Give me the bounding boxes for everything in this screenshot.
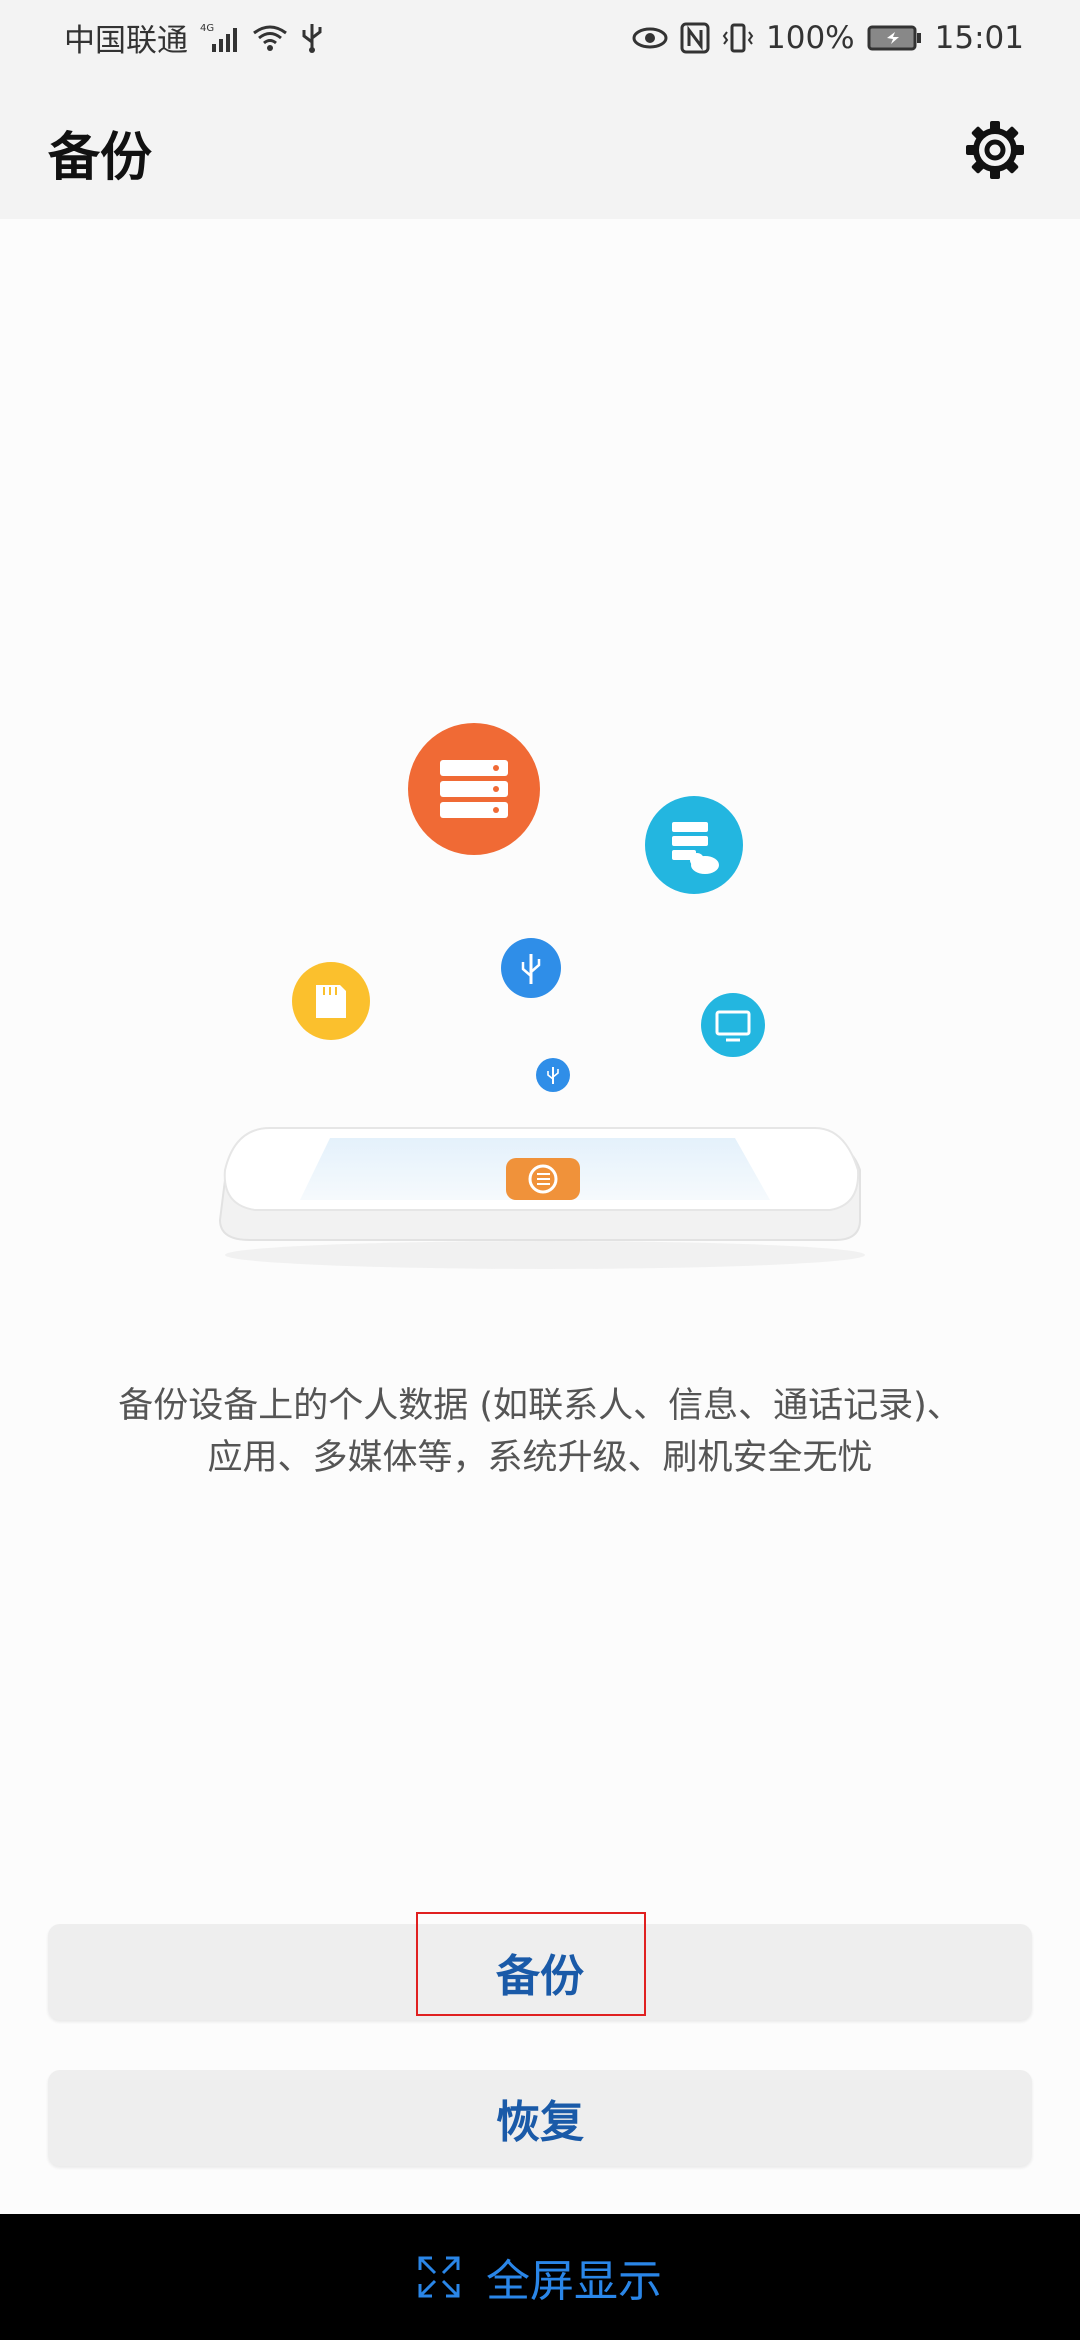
- backup-description: 备份设备上的个人数据 (如联系人、信息、通话记录)、 应用、多媒体等，系统升级、…: [60, 1380, 1020, 1484]
- page-title: 备份: [48, 128, 153, 188]
- settings-button[interactable]: [962, 117, 1028, 183]
- network-type: 4G: [200, 23, 214, 34]
- vibrate-icon: [722, 22, 754, 54]
- fullscreen-label[interactable]: 全屏显示: [486, 2245, 662, 2309]
- status-bar: 中国联通 4G 100% 15:01: [0, 0, 1080, 75]
- sd-card-icon: [292, 962, 370, 1040]
- restore-button[interactable]: 恢复: [48, 2070, 1032, 2166]
- description-line-2: 应用、多媒体等，系统升级、刷机安全无忧: [207, 1438, 873, 1478]
- status-left: 中国联通 4G: [64, 15, 324, 60]
- carrier-label: 中国联通: [64, 23, 188, 59]
- fullscreen-bar[interactable]: 全屏显示: [0, 2214, 1080, 2340]
- cloud-server-icon: [645, 796, 743, 894]
- battery-icon: [867, 24, 923, 52]
- status-right: 100% 15:01: [632, 20, 1024, 56]
- usb-icon: [300, 22, 324, 54]
- backup-app-icon: [506, 1158, 580, 1200]
- backup-button[interactable]: 备份: [48, 1924, 1032, 2020]
- wifi-icon: [252, 23, 288, 53]
- gear-icon: [966, 121, 1024, 179]
- monitor-icon: [701, 993, 765, 1057]
- battery-percent: 100%: [766, 19, 855, 56]
- backup-illustration: [0, 700, 1080, 1300]
- signal-icon: 4G: [200, 22, 240, 54]
- nfc-icon: [680, 22, 710, 54]
- description-line-1: 备份设备上的个人数据 (如联系人、信息、通话记录)、: [118, 1386, 962, 1426]
- app-bar: 备份: [0, 75, 1080, 219]
- usb-icon: [501, 938, 561, 998]
- server-icon: [408, 723, 540, 855]
- usb-small-icon: [536, 1058, 570, 1092]
- clock: 15:01: [934, 19, 1024, 56]
- expand-icon: [418, 2256, 460, 2298]
- eye-icon: [632, 26, 668, 50]
